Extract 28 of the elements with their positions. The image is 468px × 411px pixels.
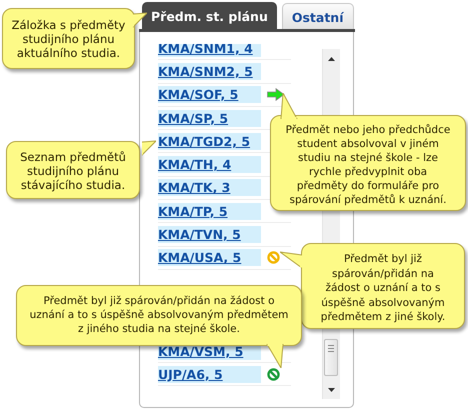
tooltip-pointer xyxy=(280,93,298,119)
scroll-down-icon[interactable] xyxy=(328,388,335,392)
tooltip-pointer xyxy=(133,12,147,30)
subject-link[interactable]: UJP/A6, 5 xyxy=(158,366,261,383)
subject-link[interactable]: KMA/SNM2, 5 xyxy=(158,62,261,80)
subject-link[interactable]: KMA/TVN, 5 xyxy=(158,226,261,244)
hint-tooltip: Předmět nebo jeho předchůdce student absolvoval v jiném studiu na stejné škole - lze rychle předvyplnit oba předměty do formuláře pro spárování předmětů k uznání. xyxy=(270,115,466,211)
hint-tooltip: Předmět byl již spárován/přidán na žádost o uznání a to s úspěšně absolvovaným předmětem z jiné školy. xyxy=(301,243,465,329)
hint-tooltip: Záložka s předměty studijního plánu aktuálního studia. xyxy=(2,8,135,69)
subject-link[interactable]: KMA/SP, 5 xyxy=(158,110,261,127)
arrow-right-icon[interactable] xyxy=(267,88,285,102)
tooltip-pointer xyxy=(280,251,302,271)
scroll-up-icon[interactable] xyxy=(328,57,335,61)
hint-tooltip: Seznam předmětů studijního plánu stávajícího studia. xyxy=(6,141,140,199)
forbidden-icon[interactable] xyxy=(267,368,280,381)
tooltip-pointer xyxy=(142,140,156,158)
forbidden-icon[interactable] xyxy=(267,251,280,264)
tab[interactable]: Předm. st. plánu xyxy=(142,2,277,29)
tab[interactable]: Ostatní xyxy=(282,3,354,29)
scroll-thumb[interactable] xyxy=(324,339,338,376)
subject-link[interactable]: KMA/TP, 5 xyxy=(158,202,261,220)
subject-link[interactable]: KMA/SOF, 5 xyxy=(158,86,261,104)
subject-link[interactable]: KMA/USA, 5 xyxy=(158,249,261,266)
hint-tooltip: Předmět byl již spárován/přidán na žádost o uznání a to s úspěšně absolvovaným předmětem z jiného studia na stejné škole. xyxy=(16,285,302,346)
subject-link[interactable]: KMA/TH, 4 xyxy=(158,156,261,174)
tooltip-pointer xyxy=(266,344,284,368)
subject-link[interactable]: KMA/TGD2, 5 xyxy=(158,132,261,150)
subject-link[interactable]: KMA/TK, 3 xyxy=(158,179,261,196)
